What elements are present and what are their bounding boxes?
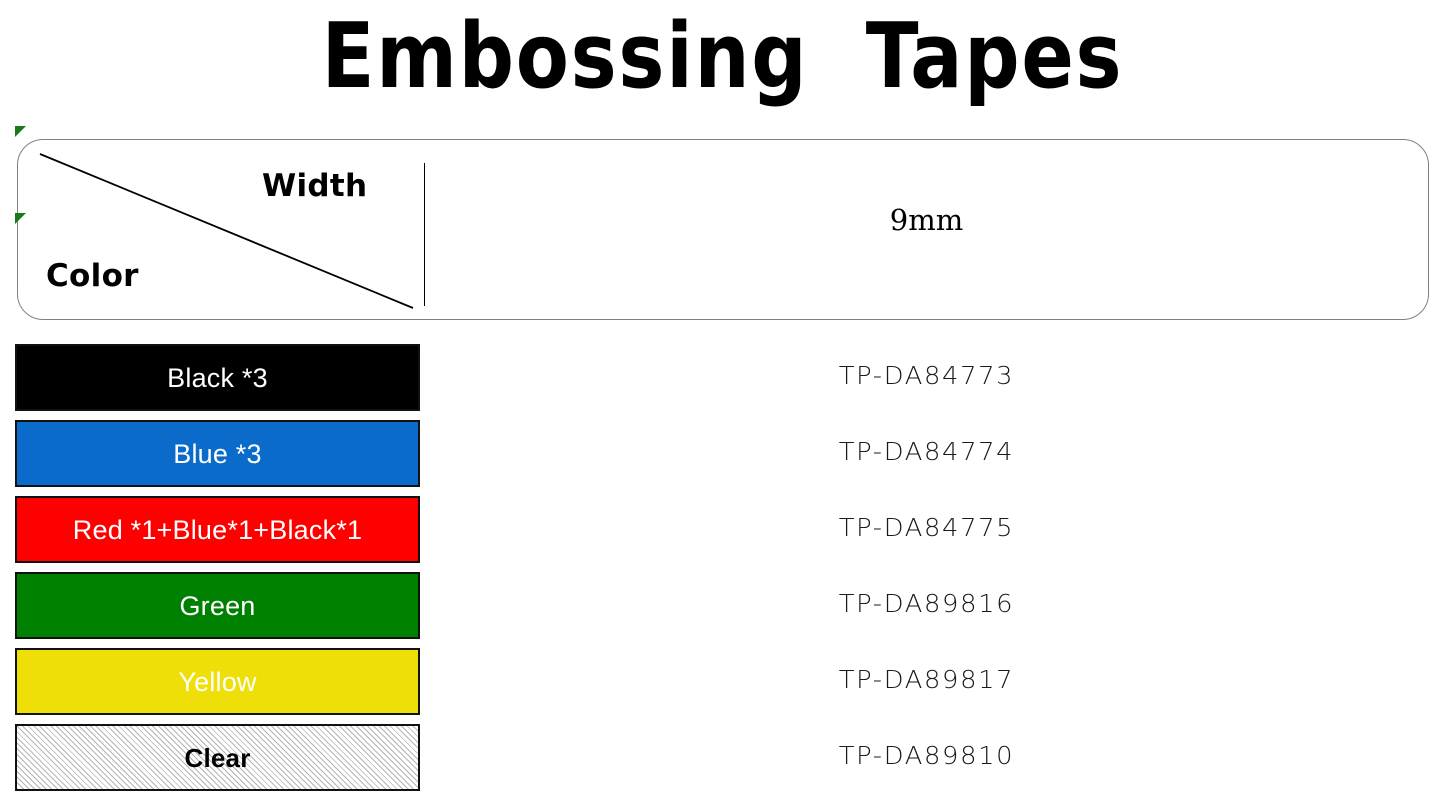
table-row: Clear TP-DA89810 — [0, 720, 1445, 796]
header-width-value: 9mm — [889, 203, 964, 237]
product-code: TP-DA84773 — [838, 361, 1015, 390]
page-title: Embossing Tapes — [321, 4, 1124, 109]
color-swatch-label: Green — [179, 590, 256, 621]
product-code: TP-DA84774 — [838, 437, 1015, 466]
header-label-color: Color — [46, 258, 139, 294]
green-triangle-marker-icon — [15, 213, 26, 224]
color-swatch-label: Yellow — [178, 666, 257, 697]
color-swatch-blue[interactable]: Blue *3 — [15, 420, 420, 487]
header-label-width: Width — [262, 168, 368, 204]
green-triangle-marker-icon — [15, 126, 26, 137]
color-swatch-label: Blue *3 — [173, 438, 262, 469]
color-swatch-label: Black *3 — [167, 362, 268, 393]
table-row: Green TP-DA89816 — [0, 568, 1445, 644]
product-code: TP-DA89810 — [838, 741, 1015, 770]
color-swatch-label: Red *1+Blue*1+Black*1 — [72, 514, 363, 545]
table-row: Yellow TP-DA89817 — [0, 644, 1445, 720]
table-row: Blue *3 TP-DA84774 — [0, 416, 1445, 492]
color-swatch-yellow[interactable]: Yellow — [15, 648, 420, 715]
color-swatch-red[interactable]: Red *1+Blue*1+Black*1 — [15, 496, 420, 563]
product-code: TP-DA89816 — [838, 589, 1015, 618]
product-code: TP-DA89817 — [838, 665, 1015, 694]
tape-rows-list: Black *3 TP-DA84773 Blue *3 TP-DA84774 R… — [0, 340, 1445, 796]
color-swatch-clear[interactable]: Clear — [15, 724, 420, 791]
color-swatch-green[interactable]: Green — [15, 572, 420, 639]
product-code: TP-DA84775 — [838, 513, 1015, 542]
color-swatch-label: Clear — [184, 742, 251, 773]
table-row: Red *1+Blue*1+Black*1 TP-DA84775 — [0, 492, 1445, 568]
table-row: Black *3 TP-DA84773 — [0, 340, 1445, 416]
color-swatch-black[interactable]: Black *3 — [15, 344, 420, 411]
